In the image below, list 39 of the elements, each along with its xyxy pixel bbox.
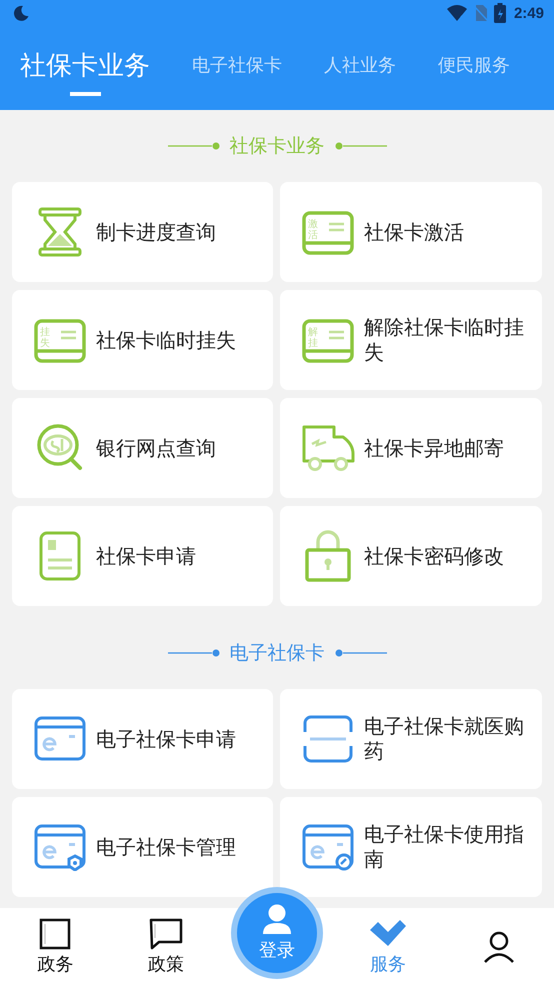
sim-icon [474, 4, 488, 22]
service-card[interactable]: 社保卡申请 [12, 506, 273, 606]
scan-icon [302, 713, 354, 765]
divider-ornament [168, 649, 220, 657]
service-card[interactable]: 电子社保卡申请 [12, 689, 273, 789]
card-icon [34, 715, 86, 763]
moon-icon [12, 4, 30, 22]
icon-label: 激活 [308, 219, 318, 241]
service-card[interactable]: 电子社保卡使用指南 [280, 797, 542, 897]
service-card[interactable]: 电子社保卡管理 [12, 797, 273, 897]
lock-icon [303, 530, 353, 582]
service-card[interactable]: 电子社保卡就医购药 [280, 689, 542, 789]
service-card[interactable]: 银行网点查询 [12, 398, 273, 498]
service-card[interactable]: 制卡进度查询 [12, 182, 273, 282]
tab-underline [70, 92, 100, 96]
service-card[interactable]: 社保卡密码修改 [280, 506, 542, 606]
square-icon [39, 918, 72, 950]
service-card[interactable]: 社保卡异地邮寄 [280, 398, 542, 498]
icon-label: 解挂 [308, 327, 318, 349]
truck-icon [301, 424, 355, 472]
nav-tab[interactable]: 政务 [0, 918, 111, 976]
service-card[interactable]: 解挂 解除社保卡临时挂失 [280, 290, 542, 390]
section-title: 电子社保卡 [230, 641, 324, 666]
battery-icon [494, 3, 506, 23]
divider-ornament [168, 142, 220, 150]
divider-ornament [334, 142, 386, 150]
card-gear-icon [34, 823, 86, 871]
document-icon [37, 530, 83, 582]
profile-icon [482, 931, 516, 963]
section-title: 社保卡业务 [230, 134, 324, 159]
icon-label: 挂失 [40, 327, 50, 349]
speech-bubble-icon [149, 918, 184, 950]
wifi-icon [446, 4, 468, 22]
divider-ornament [334, 649, 386, 657]
card-badge-icon [302, 823, 354, 871]
service-card[interactable]: 挂失 社保卡临时挂失 [12, 290, 273, 390]
clock-time: 2:49 [514, 4, 544, 22]
service-card[interactable]: 激活 社保卡激活 [280, 182, 542, 282]
nav-tab[interactable]: 政策 [110, 918, 222, 976]
